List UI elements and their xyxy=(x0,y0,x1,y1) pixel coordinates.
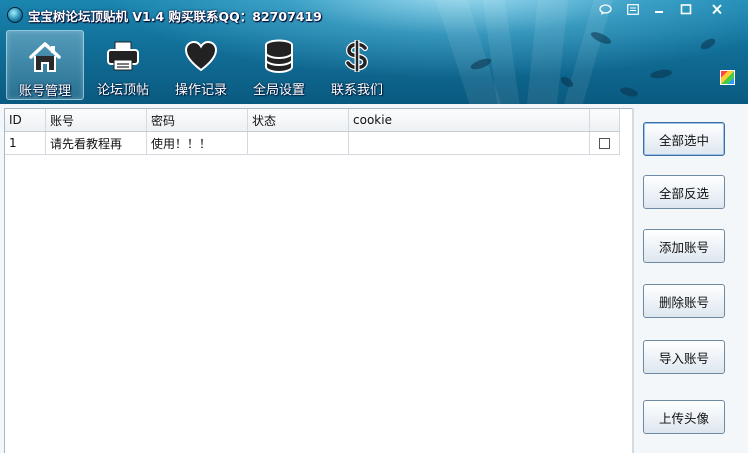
toolbar-item-contact[interactable]: 联系我们 xyxy=(319,30,395,98)
close-icon[interactable] xyxy=(708,2,726,17)
delete-account-button[interactable]: 删除账号 xyxy=(643,284,725,318)
cell-status xyxy=(247,131,349,155)
maximize-icon[interactable] xyxy=(677,2,695,17)
toolbar-item-settings[interactable]: 全局设置 xyxy=(241,30,317,98)
fish-silhouette xyxy=(649,68,673,80)
printer-icon xyxy=(107,41,139,71)
action-panel: 全部选中 全部反选 添加账号 删除账号 导入账号 上传头像 xyxy=(634,104,748,453)
column-header-cookie[interactable]: cookie xyxy=(348,109,590,132)
toolbar-item-label: 论坛顶帖 xyxy=(96,83,149,98)
home-icon xyxy=(29,42,61,72)
upload-avatar-button[interactable]: 上传头像 xyxy=(643,400,725,434)
add-account-button[interactable]: 添加账号 xyxy=(643,229,725,263)
row-checkbox[interactable] xyxy=(599,138,610,149)
toolbar-item-log[interactable]: 操作记录 xyxy=(163,30,239,98)
column-header-password[interactable]: 密码 xyxy=(146,109,248,132)
column-header-check[interactable] xyxy=(589,109,620,132)
cell-select xyxy=(589,131,620,155)
minimize-icon[interactable] xyxy=(650,2,668,17)
column-header-id[interactable]: ID xyxy=(5,109,46,132)
title-bar[interactable]: 宝宝树论坛顶贴机 V1.4 购买联系QQ：82707419 xyxy=(0,0,748,26)
main-body: ID 账号 密码 状态 cookie 1 请先看教程再 使用！！！ 全部选中 全… xyxy=(0,104,748,453)
cell-account: 请先看教程再 xyxy=(45,131,147,155)
window-title: 宝宝树论坛顶贴机 V1.4 购买联系QQ：82707419 xyxy=(28,9,322,24)
toolbar-item-account[interactable]: 账号管理 xyxy=(6,30,84,100)
import-account-button[interactable]: 导入账号 xyxy=(643,340,725,374)
toolbar-item-label: 账号管理 xyxy=(18,84,71,99)
column-header-account[interactable]: 账号 xyxy=(45,109,147,132)
toolbar-item-label: 操作记录 xyxy=(174,83,227,98)
toolbar-item-label: 联系我们 xyxy=(330,83,383,98)
table-row[interactable]: 1 请先看教程再 使用！！！ xyxy=(5,131,620,155)
account-grid[interactable]: ID 账号 密码 状态 cookie 1 请先看教程再 使用！！！ xyxy=(4,108,634,453)
column-header-status[interactable]: 状态 xyxy=(247,109,349,132)
feedback-icon[interactable] xyxy=(596,2,614,17)
skin-icon[interactable] xyxy=(720,70,735,85)
account-table: ID 账号 密码 状态 cookie 1 请先看教程再 使用！！！ xyxy=(5,109,620,155)
cell-password: 使用！！！ xyxy=(146,131,248,155)
app-logo-icon xyxy=(7,7,23,23)
dollar-icon xyxy=(345,40,369,72)
menu-icon[interactable] xyxy=(624,2,642,17)
database-icon xyxy=(265,39,293,74)
invert-selection-button[interactable]: 全部反选 xyxy=(643,175,725,209)
cell-id: 1 xyxy=(5,131,46,155)
cell-cookie xyxy=(348,131,590,155)
heart-icon xyxy=(184,40,218,72)
select-all-button[interactable]: 全部选中 xyxy=(643,122,725,156)
toolbar-item-label: 全局设置 xyxy=(252,83,305,98)
table-header-row: ID 账号 密码 状态 cookie xyxy=(5,109,620,132)
fish-silhouette xyxy=(619,85,639,99)
header-banner: 宝宝树论坛顶贴机 V1.4 购买联系QQ：82707419 账号管理 论坛顶帖 … xyxy=(0,0,748,104)
fish-silhouette xyxy=(699,36,717,52)
app-window: 宝宝树论坛顶贴机 V1.4 购买联系QQ：82707419 账号管理 论坛顶帖 … xyxy=(0,0,748,453)
toolbar-item-forum[interactable]: 论坛顶帖 xyxy=(85,30,161,98)
